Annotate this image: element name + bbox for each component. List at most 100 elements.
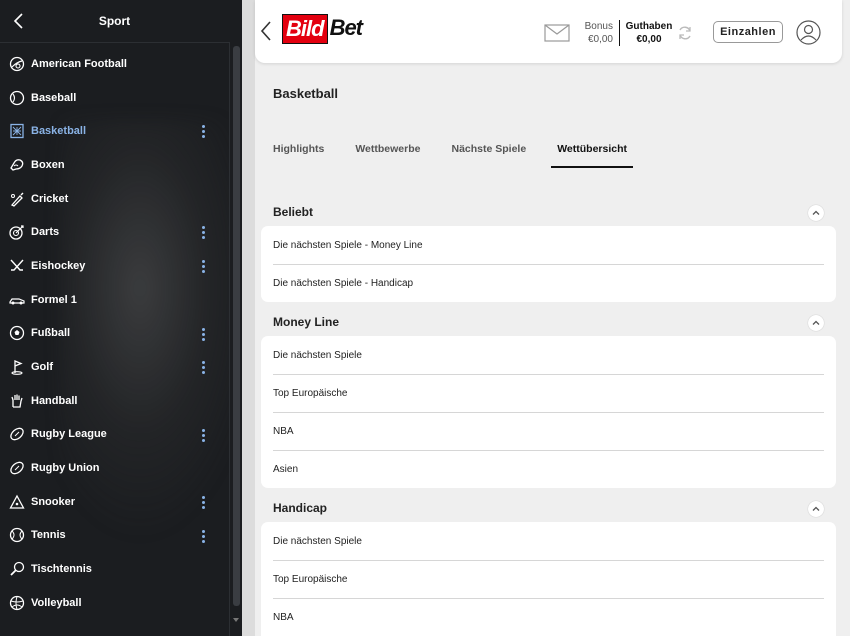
american-football-icon	[9, 56, 25, 72]
tab-wettbewerbe[interactable]: Wettbewerbe	[355, 143, 420, 169]
sidebar-item-label: Baseball	[31, 91, 77, 104]
tab-naechste-spiele[interactable]: Nächste Spiele	[451, 143, 526, 169]
sidebar-scrollbar[interactable]	[229, 42, 242, 636]
sidebar-item-american-football[interactable]: American Football	[0, 47, 229, 81]
cricket-bat-icon	[9, 191, 25, 207]
market-row[interactable]: Asien	[261, 450, 836, 488]
tab-highlights[interactable]: Highlights	[273, 143, 324, 169]
market-row[interactable]: Top Europäische	[261, 374, 836, 412]
sidebar-item-label: Tischtennis	[31, 563, 92, 576]
golf-flag-icon	[9, 359, 25, 375]
more-options-icon[interactable]	[202, 327, 206, 342]
section-title-handicap: Handicap	[273, 501, 328, 515]
sidebar-item-golf[interactable]: Golf	[0, 350, 229, 384]
deposit-button[interactable]: Einzahlen	[713, 21, 783, 43]
sidebar-item-baseball[interactable]: Baseball	[0, 81, 229, 115]
market-row[interactable]: Die nächsten Spiele - Handicap	[261, 264, 836, 302]
more-options-icon[interactable]	[202, 428, 206, 443]
tab-bar: Highlights Wettbewerbe Nächste Spiele We…	[273, 143, 658, 169]
handball-icon	[9, 393, 25, 409]
snooker-triangle-icon	[9, 494, 25, 510]
page-title: Basketball	[273, 86, 339, 101]
logo-bet: Bet	[329, 15, 363, 40]
market-row[interactable]: Top Europäische	[261, 560, 836, 598]
hockey-sticks-icon	[9, 258, 25, 274]
sidebar-item-rugby-union[interactable]: Rugby Union	[0, 451, 229, 485]
bildbet-logo[interactable]: Bild Bet	[282, 14, 363, 44]
rugby-ball-icon	[9, 460, 25, 476]
sidebar-item-label: Snooker	[31, 495, 76, 508]
sidebar-item-snooker[interactable]: Snooker	[0, 485, 229, 519]
rugby-ball-icon	[9, 426, 25, 442]
baseball-icon	[9, 90, 25, 106]
more-options-icon[interactable]	[202, 125, 206, 139]
sidebar-item-eishockey[interactable]: Eishockey	[0, 249, 229, 283]
sport-list: American Football Baseball Basketball Bo…	[0, 47, 229, 620]
sport-sidebar: Sport American Football Baseball Basketb…	[0, 0, 242, 636]
bonus-label: Bonus	[584, 21, 613, 32]
guthaben-balance: Guthaben €0,00	[624, 20, 674, 46]
table-tennis-icon	[9, 561, 25, 577]
sidebar-header: Sport	[0, 0, 229, 43]
more-options-icon[interactable]	[202, 529, 206, 544]
sidebar-item-boxen[interactable]: Boxen	[0, 148, 229, 182]
balance-divider	[619, 20, 620, 46]
more-options-icon[interactable]	[202, 361, 206, 375]
sidebar-item-label: Tennis	[31, 529, 66, 542]
market-row[interactable]: Die nächsten Spiele	[261, 336, 836, 374]
sidebar-item-cricket[interactable]: Cricket	[0, 182, 229, 216]
scrollbar-thumb[interactable]	[233, 46, 240, 606]
sidebar-item-label: Fußball	[31, 327, 71, 340]
sidebar-item-label: Darts	[31, 226, 60, 239]
race-car-icon	[9, 292, 25, 308]
sidebar-item-handball[interactable]: Handball	[0, 384, 229, 418]
volleyball-icon	[9, 595, 25, 611]
sidebar-item-label: Rugby League	[31, 428, 107, 441]
sidebar-item-tennis[interactable]: Tennis	[0, 519, 229, 553]
sidebar-item-label: Golf	[31, 361, 53, 374]
more-options-icon[interactable]	[202, 495, 206, 510]
sidebar-item-basketball[interactable]: Basketball	[0, 114, 229, 148]
market-card-beliebt: Die nächsten Spiele - Money Line Die näc…	[261, 226, 836, 302]
market-row[interactable]: Die nächsten Spiele	[261, 522, 836, 560]
sidebar-item-rugby-league[interactable]: Rugby League	[0, 418, 229, 452]
mail-icon[interactable]	[544, 24, 570, 42]
dartboard-icon	[9, 224, 25, 240]
collapse-chevron-up-icon[interactable]	[808, 315, 824, 331]
refresh-icon[interactable]	[677, 25, 693, 41]
sidebar-item-darts[interactable]: Darts	[0, 215, 229, 249]
tab-wettuebersicht[interactable]: Wettübersicht	[551, 143, 633, 169]
sidebar-item-label: Boxen	[31, 158, 65, 171]
sidebar-item-label: American Football	[31, 57, 127, 70]
sidebar-item-tischtennis[interactable]: Tischtennis	[0, 552, 229, 586]
back-arrow-icon[interactable]	[260, 20, 272, 42]
section-title-money-line: Money Line	[273, 315, 340, 329]
tennis-ball-icon	[9, 527, 25, 543]
scroll-down-arrow-icon[interactable]	[233, 618, 239, 622]
more-options-icon[interactable]	[202, 260, 206, 274]
sidebar-title: Sport	[98, 14, 131, 28]
more-options-icon[interactable]	[202, 226, 206, 240]
sidebar-item-label: Formel 1	[31, 293, 77, 306]
sidebar-item-label: Volleyball	[31, 596, 82, 609]
guthaben-value: €0,00	[636, 34, 662, 45]
top-header: Bild Bet Bonus €0,00 Guthaben €0,00 Einz…	[255, 0, 842, 63]
market-row[interactable]: NBA	[261, 598, 836, 636]
collapse-chevron-up-icon[interactable]	[808, 205, 824, 221]
sidebar-item-label: Cricket	[31, 192, 69, 205]
market-row[interactable]: NBA	[261, 412, 836, 450]
sidebar-item-label: Basketball	[31, 125, 87, 138]
market-card-handicap: Die nächsten Spiele Top Europäische NBA	[261, 522, 836, 636]
sidebar-item-formel-1[interactable]: Formel 1	[0, 283, 229, 317]
market-row[interactable]: Die nächsten Spiele - Money Line	[261, 226, 836, 264]
sidebar-item-volleyball[interactable]: Volleyball	[0, 586, 229, 620]
market-card-money-line: Die nächsten Spiele Top Europäische NBA …	[261, 336, 836, 488]
sidebar-item-label: Eishockey	[31, 259, 86, 272]
user-account-icon[interactable]	[796, 20, 821, 45]
sidebar-item-fussball[interactable]: Fußball	[0, 317, 229, 351]
collapse-chevron-up-icon[interactable]	[808, 501, 824, 517]
boxing-glove-icon	[9, 157, 25, 173]
bonus-value: €0,00	[587, 34, 613, 45]
guthaben-label: Guthaben	[625, 21, 673, 32]
sidebar-item-label: Handball	[31, 394, 78, 407]
